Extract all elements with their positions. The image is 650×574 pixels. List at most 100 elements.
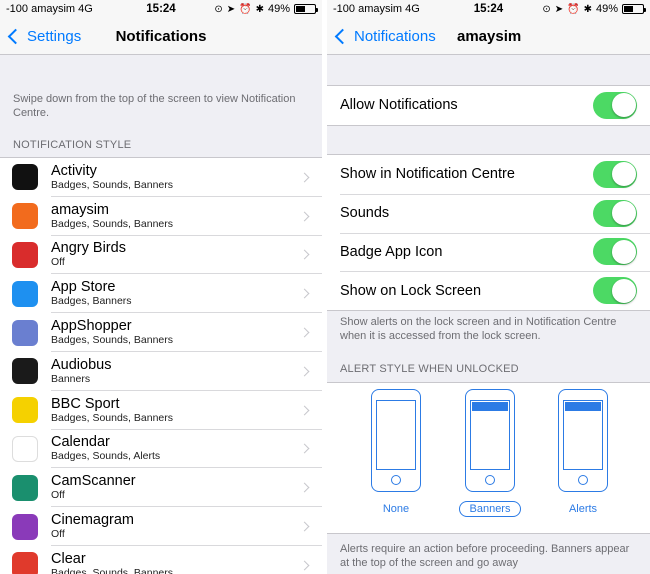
bluetooth-icon: ✱ bbox=[583, 3, 592, 15]
app-notification-style: Badges, Sounds, Banners bbox=[51, 411, 174, 424]
back-button[interactable]: Notifications bbox=[333, 18, 436, 55]
alert-style-none-label[interactable]: None bbox=[361, 503, 431, 515]
chevron-right-icon bbox=[299, 288, 310, 299]
app-name: BBC Sport bbox=[51, 395, 120, 412]
app-notification-style: Badges, Sounds, Banners bbox=[51, 334, 174, 347]
chevron-right-icon bbox=[299, 521, 310, 532]
alarm-icon: ⏰ bbox=[567, 3, 580, 15]
alert-style-note: Alerts require an action before proceedi… bbox=[340, 543, 630, 569]
alert-style-alerts-option[interactable] bbox=[558, 389, 608, 492]
app-notification-style: Off bbox=[51, 489, 65, 502]
chevron-right-icon bbox=[299, 560, 310, 571]
notification-options-group: Show in Notification Centre Sounds Badge A… bbox=[327, 154, 650, 312]
toggle-row: Sounds bbox=[327, 193, 650, 233]
alert-style-none-option[interactable] bbox=[371, 389, 421, 492]
back-label: Notifications bbox=[354, 28, 436, 45]
page-title: amaysim bbox=[457, 27, 522, 45]
chevron-right-icon bbox=[299, 482, 310, 493]
list-item[interactable]: Calendar Badges, Sounds, Alerts bbox=[0, 430, 322, 469]
list-item[interactable]: App Store Badges, Banners bbox=[0, 274, 322, 313]
chevron-right-icon bbox=[299, 211, 310, 222]
nav-bar: Notifications amaysim bbox=[327, 18, 650, 55]
chevron-right-icon bbox=[299, 327, 310, 338]
alert-style-alerts-label[interactable]: Alerts bbox=[548, 503, 618, 515]
toggle-label: Badge App Icon bbox=[340, 243, 443, 260]
appshopper-icon bbox=[12, 319, 38, 346]
list-item[interactable]: Angry Birds Off bbox=[0, 236, 322, 275]
app-notification-screen: -100 amaysim 4G 15:24 ⊙ ➤ ⏰ ✱ 49% Notifi… bbox=[327, 0, 650, 574]
app-name: Angry Birds bbox=[51, 240, 126, 257]
battery-percent: 49% bbox=[267, 3, 290, 15]
list-item[interactable]: Audiobus Banners bbox=[0, 352, 322, 391]
chevron-right-icon bbox=[299, 366, 310, 377]
app-name: Calendar bbox=[51, 434, 110, 451]
location-icon: ➤ bbox=[226, 3, 236, 15]
chevron-right-icon bbox=[299, 172, 310, 183]
clear-icon bbox=[12, 552, 38, 574]
app-notification-style: Banners bbox=[51, 372, 91, 385]
app-name: App Store bbox=[51, 279, 116, 296]
list-item[interactable]: amaysim Badges, Sounds, Banners bbox=[0, 197, 322, 236]
section-header: NOTIFICATION STYLE bbox=[13, 139, 132, 151]
toggle-switch[interactable] bbox=[593, 160, 637, 188]
app-list: Activity Badges, Sounds, Banners amaysim Ba… bbox=[0, 157, 322, 574]
notifications-settings-screen: -100 amaysim 4G 15:24 ⊙ ➤ ⏰ ✱ 49% Settin… bbox=[0, 0, 322, 574]
angry-birds-icon bbox=[12, 241, 38, 268]
allow-notifications-row: Allow Notifications bbox=[327, 86, 650, 125]
status-bar: -100 amaysim 4G 15:24 ⊙ ➤ ⏰ ✱ 49% bbox=[0, 0, 322, 18]
app-name: Activity bbox=[51, 162, 97, 179]
app-name: AppShopper bbox=[51, 318, 132, 335]
toggle-switch[interactable] bbox=[593, 277, 637, 305]
lock-screen-note: Show alerts on the lock screen and in No… bbox=[340, 316, 617, 342]
chevron-right-icon bbox=[299, 250, 310, 260]
app-notification-style: Badges, Sounds, Banners bbox=[51, 217, 174, 230]
app-name: Cinemagram bbox=[51, 512, 134, 529]
allow-notifications-label: Allow Notifications bbox=[340, 97, 458, 114]
app-notification-style: Badges, Sounds, Alerts bbox=[51, 450, 161, 463]
toggle-row: Badge App Icon bbox=[327, 232, 650, 272]
chevron-right-icon bbox=[299, 405, 310, 416]
bluetooth-icon: ✱ bbox=[255, 3, 264, 15]
toggle-label: Sounds bbox=[340, 205, 390, 222]
allow-notifications-group: Allow Notifications bbox=[327, 85, 650, 126]
toggle-switch[interactable] bbox=[593, 199, 637, 227]
battery-icon bbox=[622, 4, 646, 14]
app-name: Clear bbox=[51, 550, 86, 567]
audiobus-icon bbox=[12, 358, 38, 385]
app-notification-style: Badges, Sounds, Banners bbox=[51, 178, 174, 191]
bbc-sport-icon bbox=[12, 397, 38, 424]
toggle-row: Show on Lock Screen bbox=[327, 271, 650, 310]
alarm-icon: ⏰ bbox=[239, 3, 252, 15]
alert-style-banners-label[interactable]: Banners bbox=[459, 501, 521, 517]
list-item[interactable]: Clear Badges, Sounds, Banners bbox=[0, 546, 322, 574]
app-notification-style: Off bbox=[51, 528, 65, 541]
calendar-icon bbox=[12, 435, 38, 462]
location-icon: ➤ bbox=[554, 3, 564, 15]
lock-rotation-icon: ⊙ bbox=[214, 3, 223, 15]
app-name: CamScanner bbox=[51, 473, 136, 490]
list-item[interactable]: BBC Sport Badges, Sounds, Banners bbox=[0, 391, 322, 430]
toggle-row: Show in Notification Centre bbox=[327, 155, 650, 194]
battery-icon bbox=[294, 4, 318, 14]
toggle-switch[interactable] bbox=[593, 238, 637, 266]
toggle-label: Show in Notification Centre bbox=[340, 166, 515, 183]
battery-percent: 49% bbox=[595, 3, 618, 15]
allow-notifications-switch[interactable] bbox=[593, 91, 637, 119]
cinemagram-icon bbox=[12, 513, 38, 540]
camscanner-icon bbox=[12, 474, 38, 501]
nav-bar: Settings Notifications bbox=[0, 18, 322, 55]
alert-style-banners-option[interactable] bbox=[465, 389, 515, 492]
amaysim-icon bbox=[12, 203, 38, 230]
list-item[interactable]: Activity Badges, Sounds, Banners bbox=[0, 158, 322, 197]
list-item[interactable]: Cinemagram Off bbox=[0, 507, 322, 546]
list-item[interactable]: CamScanner Off bbox=[0, 468, 322, 507]
page-title: Notifications bbox=[115, 27, 207, 45]
toggle-label: Show on Lock Screen bbox=[340, 282, 482, 299]
lock-rotation-icon: ⊙ bbox=[542, 3, 551, 15]
alert-style-picker: None Banners Alerts bbox=[327, 382, 650, 534]
chevron-right-icon bbox=[299, 444, 310, 454]
app-notification-style: Badges, Sounds, Banners bbox=[51, 566, 174, 574]
app-notification-style: Badges, Banners bbox=[51, 295, 132, 308]
list-item[interactable]: AppShopper Badges, Sounds, Banners bbox=[0, 313, 322, 352]
swipe-hint: Swipe down from the top of the screen to… bbox=[13, 93, 296, 119]
